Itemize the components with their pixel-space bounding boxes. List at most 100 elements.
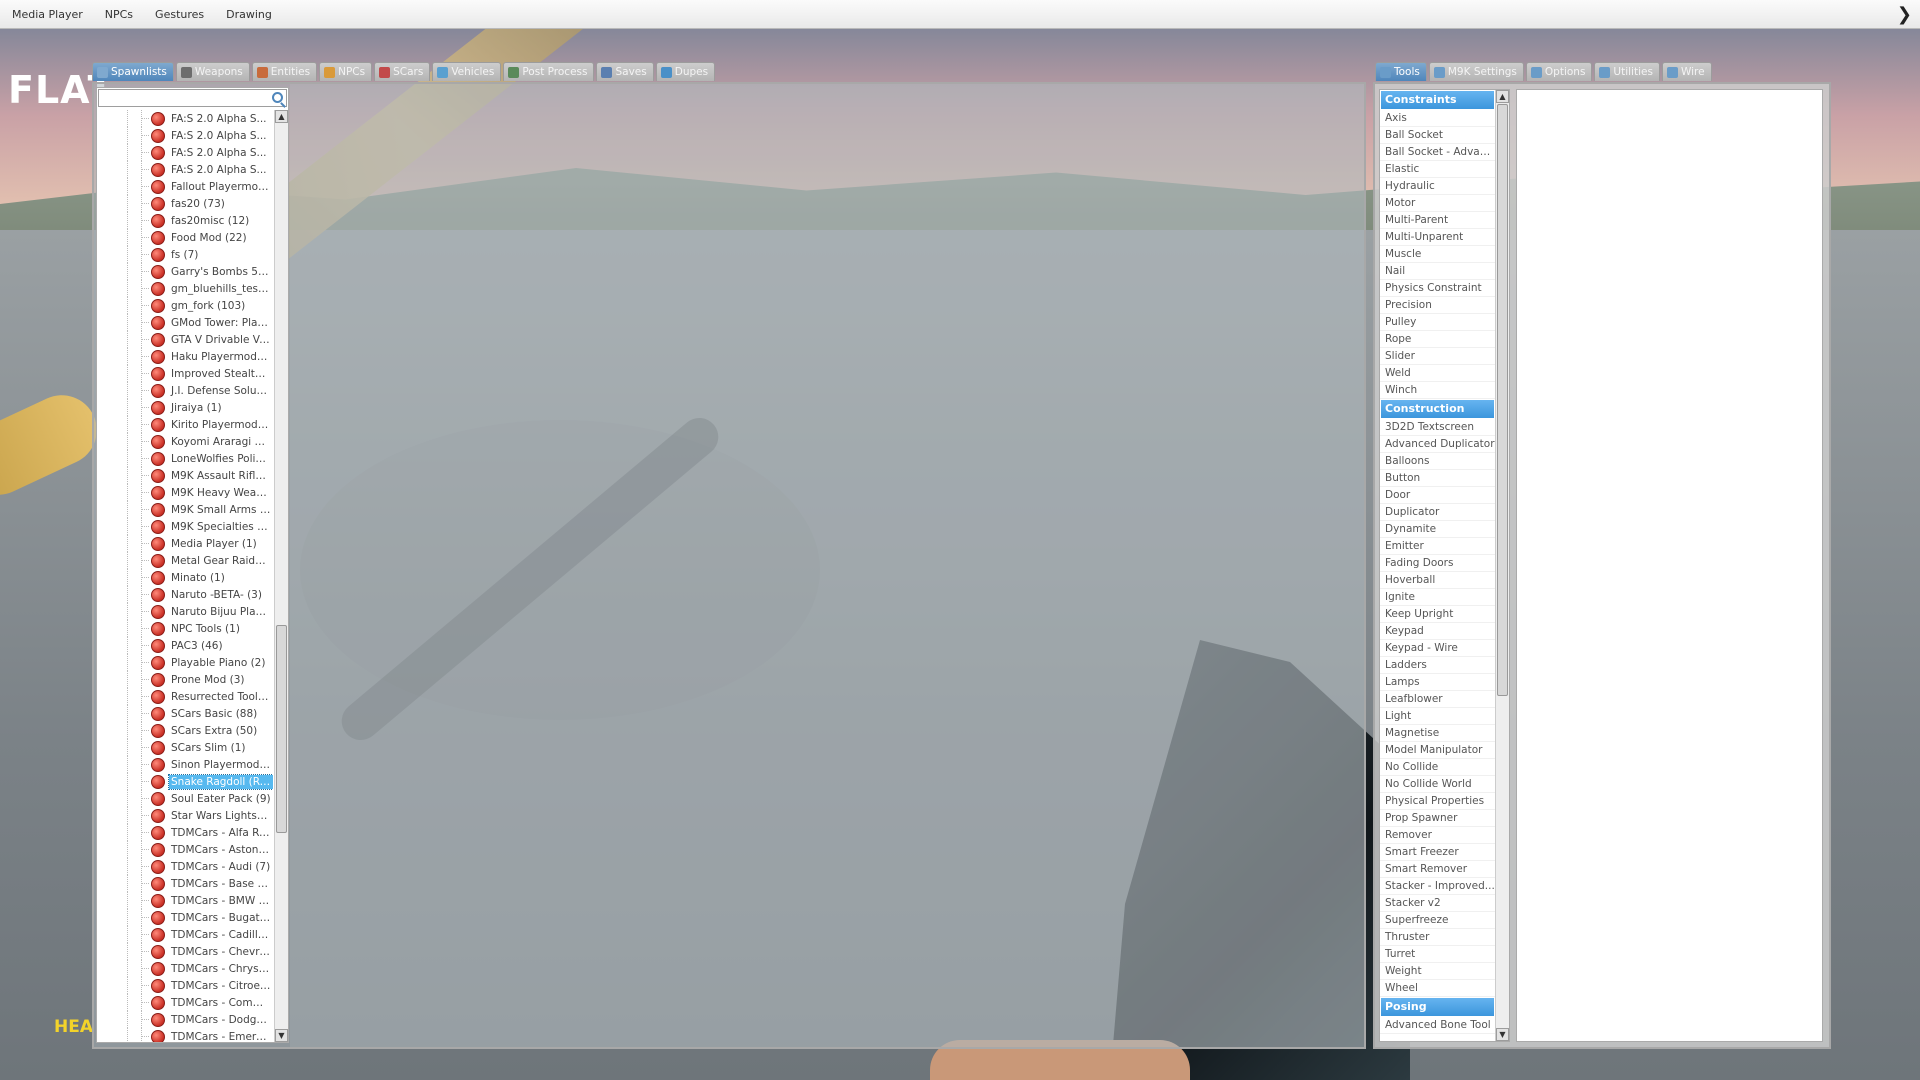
tree-node[interactable]: SCars Basic (88) bbox=[97, 705, 273, 722]
tool-item[interactable]: Turret bbox=[1380, 946, 1495, 963]
tree-node[interactable]: fas20misc (12) bbox=[97, 212, 273, 229]
tool-item[interactable]: Ball Socket bbox=[1380, 127, 1495, 144]
tool-settings-panel[interactable] bbox=[1516, 89, 1823, 1042]
tool-item[interactable]: Physics Constraint bbox=[1380, 280, 1495, 297]
tool-item[interactable]: Dynamite bbox=[1380, 521, 1495, 538]
tool-item[interactable]: Motor bbox=[1380, 195, 1495, 212]
tree-node[interactable]: Kirito Playermodel ... bbox=[97, 416, 273, 433]
tool-item[interactable]: Superfreeze bbox=[1380, 912, 1495, 929]
tree-node[interactable]: GTA V Drivable Ve... bbox=[97, 331, 273, 348]
tree-node[interactable]: Metal Gear Raiden... bbox=[97, 552, 273, 569]
tool-scrollbar[interactable]: ▲ ▼ bbox=[1495, 90, 1509, 1041]
tool-item[interactable]: Nail bbox=[1380, 263, 1495, 280]
tool-item[interactable]: Physical Properties bbox=[1380, 793, 1495, 810]
tree-node[interactable]: Food Mod (22) bbox=[97, 229, 273, 246]
tool-item[interactable]: Slider bbox=[1380, 348, 1495, 365]
tool-item[interactable]: Smart Freezer bbox=[1380, 844, 1495, 861]
tool-item[interactable]: Hydraulic bbox=[1380, 178, 1495, 195]
tree-node[interactable]: Playable Piano (2) bbox=[97, 654, 273, 671]
tree-scrollbar-thumb[interactable] bbox=[276, 625, 287, 833]
tree-node[interactable]: Garry's Bombs 5 B... bbox=[97, 263, 273, 280]
tab-spawnlists[interactable]: Spawnlists bbox=[92, 62, 174, 81]
scroll-up-icon[interactable]: ▲ bbox=[275, 110, 288, 123]
tool-item[interactable]: Weld bbox=[1380, 365, 1495, 382]
tree-node[interactable]: TDMCars - Bugatti ... bbox=[97, 909, 273, 926]
tree-scrollbar[interactable]: ▲ ▼ bbox=[274, 110, 288, 1042]
tree-node[interactable]: PAC3 (46) bbox=[97, 637, 273, 654]
tree-node[interactable]: Minato (1) bbox=[97, 569, 273, 586]
tab-wire[interactable]: Wire bbox=[1661, 62, 1712, 81]
tool-item[interactable]: Magnetise bbox=[1380, 725, 1495, 742]
tool-item[interactable]: Model Manipulator bbox=[1380, 742, 1495, 759]
tree-node[interactable]: TDMCars - Aston ... bbox=[97, 841, 273, 858]
search-icon[interactable] bbox=[272, 92, 283, 103]
tree-node[interactable]: SCars Slim (1) bbox=[97, 739, 273, 756]
tab-scars[interactable]: SCars bbox=[374, 62, 431, 81]
tree-node[interactable]: Prone Mod (3) bbox=[97, 671, 273, 688]
tree-node[interactable]: Resurrected Tools ... bbox=[97, 688, 273, 705]
tool-item[interactable]: Advanced Duplicator bbox=[1380, 436, 1495, 453]
menu-media-player[interactable]: Media Player bbox=[0, 0, 94, 29]
tree-node[interactable]: M9K Small Arms pa... bbox=[97, 501, 273, 518]
tree-node[interactable]: J.I. Defense Soluti... bbox=[97, 382, 273, 399]
menu-npcs[interactable]: NPCs bbox=[94, 0, 144, 29]
tool-item[interactable]: Multi-Parent bbox=[1380, 212, 1495, 229]
tool-item[interactable]: Duplicator bbox=[1380, 504, 1495, 521]
tool-item[interactable]: Elastic bbox=[1380, 161, 1495, 178]
tool-item[interactable]: Axis bbox=[1380, 110, 1495, 127]
tab-saves[interactable]: Saves bbox=[596, 62, 654, 81]
tree-node[interactable]: TDMCars - Emerge... bbox=[97, 1028, 273, 1042]
menu-drawing[interactable]: Drawing bbox=[215, 0, 283, 29]
tool-item[interactable]: Button bbox=[1380, 470, 1495, 487]
scroll-up-icon[interactable]: ▲ bbox=[1496, 90, 1509, 103]
tree-node[interactable]: TDMCars - Citroen... bbox=[97, 977, 273, 994]
tab-options[interactable]: Options bbox=[1525, 62, 1593, 81]
tool-item[interactable]: Pulley bbox=[1380, 314, 1495, 331]
spawnlist-content-area[interactable] bbox=[290, 84, 1364, 1047]
tree-node[interactable]: TDMCars - Base P... bbox=[97, 875, 273, 892]
tree-node[interactable]: Koyomi Araragi Pla... bbox=[97, 433, 273, 450]
tab-vehicles[interactable]: Vehicles bbox=[432, 62, 502, 81]
chevron-right-icon[interactable]: ❯ bbox=[1897, 4, 1912, 25]
tree-node[interactable]: fas20 (73) bbox=[97, 195, 273, 212]
tool-item[interactable]: Ladders bbox=[1380, 657, 1495, 674]
tool-item[interactable]: Fading Doors bbox=[1380, 555, 1495, 572]
tree-node[interactable]: FA:S 2.0 Alpha S... bbox=[97, 110, 273, 127]
tool-item[interactable]: Weight bbox=[1380, 963, 1495, 980]
tree-node[interactable]: SCars Extra (50) bbox=[97, 722, 273, 739]
tree-node[interactable]: M9K Assault Rifles ... bbox=[97, 467, 273, 484]
tool-item[interactable]: Door bbox=[1380, 487, 1495, 504]
tool-item[interactable]: Thruster bbox=[1380, 929, 1495, 946]
tree-node[interactable]: M9K Heavy Weap... bbox=[97, 484, 273, 501]
tree-node[interactable]: Improved Stealth ... bbox=[97, 365, 273, 382]
scroll-down-icon[interactable]: ▼ bbox=[1496, 1028, 1509, 1041]
tool-item[interactable]: Balloons bbox=[1380, 453, 1495, 470]
tree-node[interactable]: Media Player (1) bbox=[97, 535, 273, 552]
search-field[interactable] bbox=[98, 89, 287, 107]
tree-node[interactable]: Snake Ragdoll (Re... bbox=[97, 773, 273, 790]
tree-node[interactable]: FA:S 2.0 Alpha S... bbox=[97, 161, 273, 178]
tab-post-process[interactable]: Post Process bbox=[503, 62, 595, 81]
tree-node[interactable]: TDMCars - Chrysle... bbox=[97, 960, 273, 977]
tool-item[interactable]: Lamps bbox=[1380, 674, 1495, 691]
tool-item[interactable]: Multi-Unparent bbox=[1380, 229, 1495, 246]
tree-node[interactable]: NPC Tools (1) bbox=[97, 620, 273, 637]
tool-item[interactable]: Leafblower bbox=[1380, 691, 1495, 708]
tree-node[interactable]: TDMCars - BMW (8) bbox=[97, 892, 273, 909]
tree-node[interactable]: GMod Tower: Play... bbox=[97, 314, 273, 331]
tree-node[interactable]: Star Wars Lightsa... bbox=[97, 807, 273, 824]
tab-m9k-settings[interactable]: M9K Settings bbox=[1428, 62, 1524, 81]
tool-item[interactable]: Winch bbox=[1380, 382, 1495, 399]
tree-node[interactable]: Naruto -BETA- (3) bbox=[97, 586, 273, 603]
tool-item[interactable]: Remover bbox=[1380, 827, 1495, 844]
tree-node[interactable]: FA:S 2.0 Alpha S... bbox=[97, 144, 273, 161]
tree-node[interactable]: TDMCars - Chevrol... bbox=[97, 943, 273, 960]
tree-node[interactable]: gm_fork (103) bbox=[97, 297, 273, 314]
category-header-construction[interactable]: Construction bbox=[1381, 400, 1494, 418]
tree-node[interactable]: Naruto Bijuu Playe... bbox=[97, 603, 273, 620]
tab-weapons[interactable]: Weapons bbox=[175, 62, 250, 81]
tool-item[interactable]: Smart Remover bbox=[1380, 861, 1495, 878]
search-input[interactable] bbox=[99, 90, 269, 106]
tree-node[interactable]: Haku Playermodel (1) bbox=[97, 348, 273, 365]
tool-item[interactable]: 3D2D Textscreen bbox=[1380, 419, 1495, 436]
